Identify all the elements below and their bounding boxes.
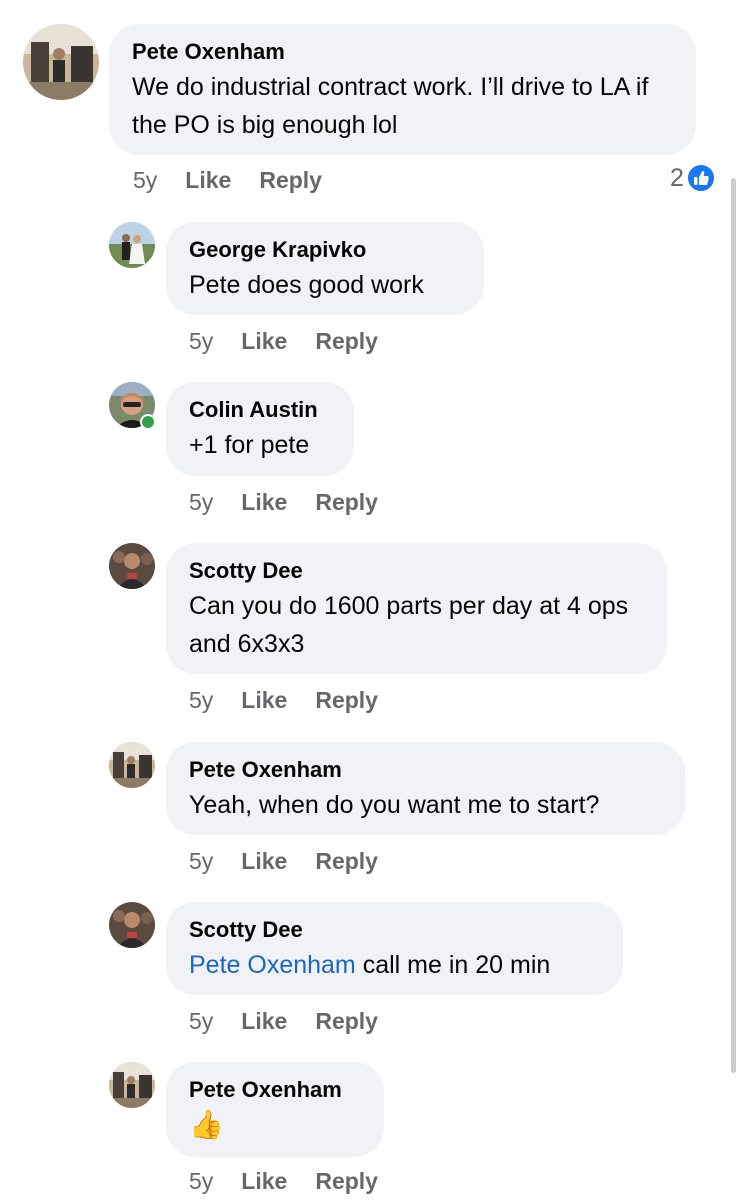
like-icon <box>685 163 716 193</box>
reply-button[interactable]: Reply <box>315 1008 378 1034</box>
comment-age[interactable]: 5y <box>189 848 213 874</box>
comment-author[interactable]: Pete Oxenham <box>132 36 674 68</box>
reply-button[interactable]: Reply <box>315 328 378 354</box>
avatar[interactable] <box>109 902 155 948</box>
comment-text: +1 for pete <box>189 431 310 459</box>
comment-actions: 5y Like Reply <box>189 1006 378 1036</box>
comment-bubble: Pete Oxenham Yeah, when do you want me t… <box>166 742 685 835</box>
comment-actions: 5y Like Reply <box>133 165 322 195</box>
comment-text: We do industrial contract work. I’ll dri… <box>132 73 649 139</box>
like-button[interactable]: Like <box>185 167 231 193</box>
avatar[interactable] <box>109 1062 155 1108</box>
avatar[interactable] <box>109 543 155 589</box>
reply-button[interactable]: Reply <box>259 167 322 193</box>
like-button[interactable]: Like <box>241 489 287 515</box>
comment-text: Pete does good work <box>189 271 424 299</box>
online-status-icon <box>140 414 156 430</box>
avatar[interactable] <box>109 222 155 268</box>
comment-author[interactable]: Pete Oxenham <box>189 1074 362 1106</box>
thumbs-up-emoji: 👍 <box>189 1109 224 1140</box>
mention-link[interactable]: Pete Oxenham <box>189 951 356 979</box>
comment-actions: 5y Like Reply <box>189 1166 378 1196</box>
avatar[interactable] <box>23 24 99 100</box>
comment-age[interactable]: 5y <box>189 1008 213 1034</box>
comment-age[interactable]: 5y <box>189 1168 213 1194</box>
comment-author[interactable]: Scotty Dee <box>189 555 645 587</box>
comment-age[interactable]: 5y <box>189 328 213 354</box>
comment-bubble: Pete Oxenham We do industrial contract w… <box>109 24 696 155</box>
reply-button[interactable]: Reply <box>315 687 378 713</box>
reaction-summary[interactable]: 2 <box>670 162 716 194</box>
like-button[interactable]: Like <box>241 1008 287 1034</box>
comment-bubble: Scotty Dee Can you do 1600 parts per day… <box>166 543 667 674</box>
like-button[interactable]: Like <box>241 848 287 874</box>
comment-author[interactable]: Scotty Dee <box>189 914 601 946</box>
comment-age[interactable]: 5y <box>189 687 213 713</box>
reply-button[interactable]: Reply <box>315 1168 378 1194</box>
reply-button[interactable]: Reply <box>315 489 378 515</box>
comment-text: Pete Oxenham call me in 20 min <box>189 946 601 984</box>
reply-button[interactable]: Reply <box>315 848 378 874</box>
comment-age[interactable]: 5y <box>133 167 157 193</box>
comment-author[interactable]: Colin Austin <box>189 394 332 426</box>
like-button[interactable]: Like <box>241 687 287 713</box>
comment-text: Yeah, when do you want me to start? <box>189 791 600 819</box>
comment-actions: 5y Like Reply <box>189 846 378 876</box>
like-button[interactable]: Like <box>241 1168 287 1194</box>
reaction-count: 2 <box>670 163 684 192</box>
comment-age[interactable]: 5y <box>189 489 213 515</box>
avatar[interactable] <box>109 742 155 788</box>
comment-bubble: Pete Oxenham 👍 <box>166 1062 384 1157</box>
like-button[interactable]: Like <box>241 328 287 354</box>
comment-actions: 5y Like Reply <box>189 685 378 715</box>
comment-actions: 5y Like Reply <box>189 326 378 356</box>
comment-bubble: Scotty Dee Pete Oxenham call me in 20 mi… <box>166 902 623 995</box>
comment-text-rest: call me in 20 min <box>355 951 551 979</box>
comment-bubble: Colin Austin +1 for pete <box>166 382 354 476</box>
comment-bubble: George Krapivko Pete does good work <box>166 222 484 315</box>
thread-line <box>731 178 736 1073</box>
comment-actions: 5y Like Reply <box>189 487 378 517</box>
comment-author[interactable]: Pete Oxenham <box>189 754 663 786</box>
comment-author[interactable]: George Krapivko <box>189 234 462 266</box>
comment-text: Can you do 1600 parts per day at 4 ops a… <box>189 592 629 658</box>
